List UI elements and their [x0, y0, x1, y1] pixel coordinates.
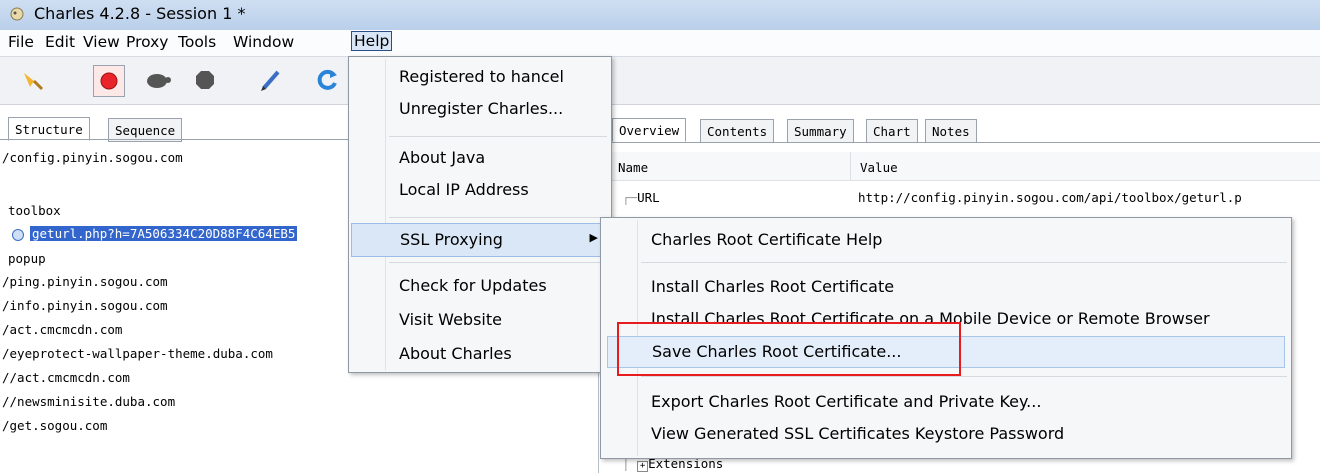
- tree-item[interactable]: /act.cmcmcdn.com: [2, 322, 122, 337]
- menu-bar: File Edit View Proxy Tools Window Help: [0, 30, 1320, 57]
- row-value: http://config.pinyin.sogou.com/api/toolb…: [858, 190, 1242, 205]
- turtle-icon[interactable]: [143, 65, 173, 95]
- menu-item-view-keystore-password[interactable]: View Generated SSL Certificates Keystore…: [651, 424, 1064, 443]
- selected-request-label: geturl.php?h=7A506334C20D88F4C64EB5: [30, 226, 298, 241]
- menu-item-check-updates[interactable]: Check for Updates: [399, 276, 547, 295]
- tab-summary-label: Summary: [794, 124, 847, 139]
- broom-icon[interactable]: [18, 65, 48, 95]
- tree-item[interactable]: /ping.pinyin.sogou.com: [2, 274, 168, 289]
- column-name[interactable]: Name: [618, 160, 648, 175]
- tree-line: ┌─: [622, 190, 638, 205]
- stop-icon[interactable]: [190, 65, 220, 95]
- tree-item-selected[interactable]: geturl.php?h=7A506334C20D88F4C64EB5: [12, 226, 298, 241]
- menu-item-visit-website[interactable]: Visit Website: [399, 310, 502, 329]
- window-title: Charles 4.2.8 - Session 1 *: [34, 4, 246, 23]
- tab-contents[interactable]: Contents: [700, 119, 775, 143]
- request-icon: [12, 228, 24, 241]
- overview-row-url[interactable]: ┌─URL: [622, 190, 660, 205]
- menu-item-local-ip[interactable]: Local IP Address: [399, 180, 529, 199]
- tree-item[interactable]: popup: [8, 251, 46, 266]
- record-button[interactable]: [93, 65, 125, 97]
- column-value[interactable]: Value: [860, 160, 898, 175]
- tab-notes[interactable]: Notes: [925, 119, 977, 143]
- refresh-icon[interactable]: [312, 65, 342, 95]
- menu-window[interactable]: Window: [233, 33, 294, 51]
- menu-gutter: [385, 59, 386, 370]
- tab-chart-label: Chart: [873, 124, 911, 139]
- menu-separator: [641, 262, 1287, 263]
- menu-item-registered[interactable]: Registered to hancel: [399, 67, 564, 86]
- menu-view[interactable]: View: [83, 33, 120, 51]
- tab-overview-label: Overview: [619, 123, 680, 138]
- tab-chart[interactable]: Chart: [866, 119, 918, 143]
- menu-item-install-root-cert[interactable]: Install Charles Root Certificate: [651, 277, 894, 296]
- tab-structure[interactable]: Structure: [8, 117, 90, 141]
- menu-item-ssl-label: SSL Proxying: [400, 230, 503, 249]
- row-name: URL: [637, 190, 660, 205]
- tab-overview[interactable]: Overview: [612, 118, 687, 142]
- menu-item-export-root-cert[interactable]: Export Charles Root Certificate and Priv…: [651, 392, 1041, 411]
- tabs-divider: [608, 142, 1320, 143]
- column-header: Name Value: [612, 152, 1320, 181]
- charles-app-icon: [10, 7, 24, 21]
- tree-item[interactable]: toolbox: [8, 203, 61, 218]
- tab-contents-label: Contents: [707, 124, 768, 139]
- menu-item-ssl-proxying[interactable]: SSL Proxying ▶: [351, 223, 609, 257]
- menu-proxy[interactable]: Proxy: [126, 33, 168, 51]
- tab-summary[interactable]: Summary: [787, 119, 854, 143]
- tab-structure-label: Structure: [15, 122, 83, 137]
- toolbar: [0, 57, 1320, 105]
- submenu-arrow-icon: ▶: [589, 231, 598, 244]
- tree-item[interactable]: /eyeprotect-wallpaper-theme.duba.com: [2, 346, 273, 361]
- menu-help[interactable]: Help: [351, 31, 393, 51]
- highlight-annotation-box: [617, 322, 961, 376]
- column-divider[interactable]: [850, 152, 851, 180]
- tree-item[interactable]: //newsminisite.duba.com: [2, 394, 175, 409]
- menu-separator: [389, 262, 607, 263]
- menu-edit[interactable]: Edit: [45, 33, 75, 51]
- tab-notes-label: Notes: [932, 124, 970, 139]
- menu-tools[interactable]: Tools: [178, 33, 216, 51]
- record-icon: [100, 72, 118, 90]
- help-menu-dropdown: Registered to hancel Unregister Charles.…: [348, 56, 612, 373]
- menu-item-unregister[interactable]: Unregister Charles...: [399, 99, 563, 118]
- menu-item-about-java[interactable]: About Java: [399, 148, 485, 167]
- menu-separator: [389, 217, 607, 218]
- tab-sequence-label: Sequence: [115, 123, 176, 138]
- expand-icon[interactable]: +: [637, 461, 649, 472]
- tree-item[interactable]: //act.cmcmcdn.com: [2, 370, 130, 385]
- tree-item[interactable]: /config.pinyin.sogou.com: [2, 150, 183, 165]
- tree-item[interactable]: /info.pinyin.sogou.com: [2, 298, 168, 313]
- tree-item[interactable]: /get.sogou.com: [2, 418, 107, 433]
- menu-item-about-charles[interactable]: About Charles: [399, 344, 512, 363]
- menu-file[interactable]: File: [8, 33, 34, 51]
- title-bar: Charles 4.2.8 - Session 1 *: [0, 0, 1320, 31]
- menu-separator: [641, 376, 1287, 377]
- menu-separator: [389, 136, 607, 137]
- menu-item-root-cert-help[interactable]: Charles Root Certificate Help: [651, 230, 882, 249]
- pen-icon[interactable]: [256, 65, 286, 95]
